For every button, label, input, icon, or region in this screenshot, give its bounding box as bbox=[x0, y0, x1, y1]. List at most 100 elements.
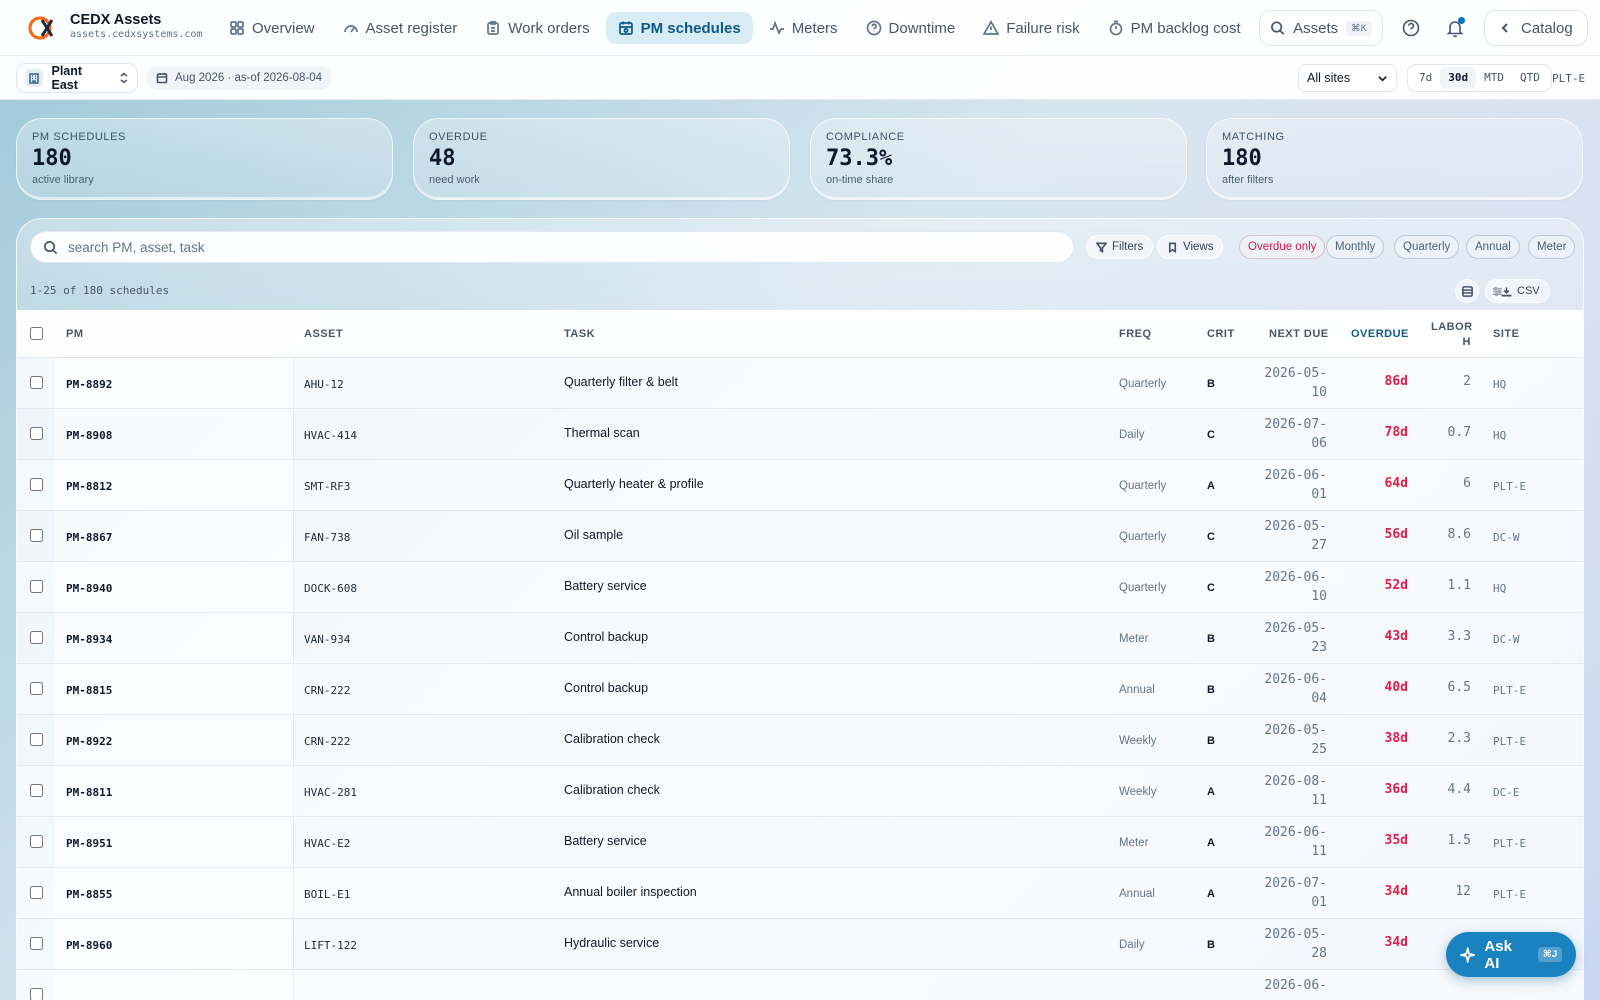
nav-pm-schedules[interactable]: PM schedules bbox=[605, 12, 753, 44]
table-header: PM ASSET TASK FREQ CRIT NEXT DUE OVERDUE… bbox=[17, 310, 1583, 358]
table-row[interactable]: PM-8855 BOIL-E1 Annual boiler inspection… bbox=[17, 868, 1583, 919]
calendar-icon bbox=[618, 21, 633, 35]
cell-asset[interactable]: CRN-222 bbox=[304, 735, 350, 748]
plant-selector[interactable]: Plant East bbox=[16, 63, 138, 93]
table-row[interactable]: PM-8960 LIFT-122 Hydraulic service Daily… bbox=[17, 919, 1583, 970]
table-row[interactable]: PM-8940 DOCK-608 Battery service Quarter… bbox=[17, 562, 1583, 613]
row-checkbox[interactable] bbox=[30, 886, 43, 899]
calendar-icon bbox=[156, 73, 168, 84]
cell-asset[interactable]: CRN-222 bbox=[304, 684, 350, 697]
cell-pm[interactable]: PM-8908 bbox=[66, 429, 112, 442]
chip-overdue-only[interactable]: Overdue only bbox=[1239, 235, 1326, 259]
header-site[interactable]: SITE bbox=[1493, 328, 1519, 340]
csv-export-button[interactable]: CSV bbox=[1491, 279, 1550, 303]
cell-asset[interactable]: HVAC-414 bbox=[304, 429, 357, 442]
table-row[interactable]: PM-8908 HVAC-414 Thermal scan Daily C 20… bbox=[17, 409, 1583, 460]
table-row[interactable]: PM-8811 HVAC-281 Calibration check Weekl… bbox=[17, 766, 1583, 817]
header-crit[interactable]: CRIT bbox=[1207, 328, 1235, 340]
views-button[interactable]: Views bbox=[1157, 235, 1224, 259]
cell-freq: Quarterly bbox=[1119, 378, 1167, 390]
row-checkbox[interactable] bbox=[30, 835, 43, 848]
help-icon[interactable] bbox=[1401, 18, 1421, 38]
cell-pm[interactable]: PM-8960 bbox=[66, 939, 112, 952]
nav-meters[interactable]: Meters bbox=[757, 12, 850, 44]
nav-work-orders[interactable]: Work orders bbox=[473, 12, 601, 44]
cell-pm[interactable]: PM-8934 bbox=[66, 633, 112, 646]
pm-search-input[interactable]: search PM, asset, task bbox=[30, 231, 1074, 263]
row-checkbox[interactable] bbox=[30, 631, 43, 644]
ask-ai-button[interactable]: Ask AI ⌘J bbox=[1446, 932, 1576, 977]
cell-asset[interactable]: SMT-RF3 bbox=[304, 480, 350, 493]
cell-pm[interactable]: PM-8812 bbox=[66, 480, 112, 493]
row-checkbox[interactable] bbox=[30, 733, 43, 746]
chip-quarterly[interactable]: Quarterly bbox=[1394, 235, 1460, 259]
cell-pm[interactable]: PM-8815 bbox=[66, 684, 112, 697]
header-freq[interactable]: FREQ bbox=[1119, 328, 1152, 340]
sites-select[interactable]: All sites bbox=[1298, 64, 1397, 92]
chip-annual[interactable]: Annual bbox=[1466, 235, 1520, 259]
density-button[interactable] bbox=[1455, 279, 1479, 303]
cell-asset[interactable]: BOIL-E1 bbox=[304, 888, 350, 901]
chip-monthly[interactable]: Monthly bbox=[1326, 235, 1385, 259]
cell-asset[interactable]: HVAC-281 bbox=[304, 786, 357, 799]
brand[interactable]: CEDX Assets assets.cedxsystems.com bbox=[70, 12, 202, 42]
row-checkbox[interactable] bbox=[30, 988, 43, 1000]
cell-asset[interactable]: LIFT-122 bbox=[304, 939, 357, 952]
table-row[interactable]: PM-8951 HVAC-E2 Battery service Meter A … bbox=[17, 817, 1583, 868]
assets-search-button[interactable]: Assets ⌘K bbox=[1259, 10, 1383, 46]
range-qtd[interactable]: QTD bbox=[1512, 67, 1548, 89]
cell-asset[interactable]: FAN-738 bbox=[304, 531, 350, 544]
row-checkbox[interactable] bbox=[30, 784, 43, 797]
cell-asset[interactable]: DOCK-608 bbox=[304, 582, 357, 595]
cell-pm[interactable]: PM-8951 bbox=[66, 837, 112, 850]
cedx-logo[interactable] bbox=[28, 14, 56, 42]
header-task[interactable]: TASK bbox=[564, 328, 595, 340]
range-7d[interactable]: 7d bbox=[1411, 67, 1440, 89]
cell-pm[interactable]: PM-8855 bbox=[66, 888, 112, 901]
row-checkbox[interactable] bbox=[30, 427, 43, 440]
table-row[interactable]: 2026-06- bbox=[17, 970, 1583, 1000]
cell-pm[interactable]: PM-8811 bbox=[66, 786, 112, 799]
table-row[interactable]: PM-8867 FAN-738 Oil sample Quarterly C 2… bbox=[17, 511, 1583, 562]
nav-overview[interactable]: Overview bbox=[217, 12, 327, 44]
header-overdue[interactable]: OVERDUE bbox=[1351, 328, 1409, 340]
cell-pm[interactable]: PM-8922 bbox=[66, 735, 112, 748]
chip-meter[interactable]: Meter bbox=[1528, 235, 1576, 259]
nav-downtime[interactable]: Downtime bbox=[854, 12, 968, 44]
row-checkbox[interactable] bbox=[30, 580, 43, 593]
header-next-due[interactable]: NEXT DUE bbox=[1269, 328, 1329, 340]
nav-failure-risk[interactable]: Failure risk bbox=[971, 12, 1091, 44]
cell-asset[interactable]: HVAC-E2 bbox=[304, 837, 350, 850]
table-row[interactable]: PM-8922 CRN-222 Calibration check Weekly… bbox=[17, 715, 1583, 766]
search-placeholder: search PM, asset, task bbox=[68, 239, 205, 255]
cell-crit: A bbox=[1207, 837, 1215, 849]
cell-asset[interactable]: AHU-12 bbox=[304, 378, 344, 391]
row-checkbox[interactable] bbox=[30, 478, 43, 491]
header-pm[interactable]: PM bbox=[66, 328, 84, 340]
header-asset[interactable]: ASSET bbox=[304, 328, 343, 340]
table-row[interactable]: PM-8892 AHU-12 Quarterly filter & belt Q… bbox=[17, 358, 1583, 409]
table-row[interactable]: PM-8934 VAN-934 Control backup Meter B 2… bbox=[17, 613, 1583, 664]
date-range-chip[interactable]: Aug 2026 · as-of 2026-08-04 bbox=[146, 66, 333, 90]
table-row[interactable]: PM-8812 SMT-RF3 Quarterly heater & profi… bbox=[17, 460, 1583, 511]
row-checkbox[interactable] bbox=[30, 682, 43, 695]
cell-asset[interactable]: VAN-934 bbox=[304, 633, 350, 646]
row-checkbox[interactable] bbox=[30, 529, 43, 542]
range-30d[interactable]: 30d bbox=[1440, 67, 1477, 89]
cell-pm[interactable]: PM-8867 bbox=[66, 531, 112, 544]
select-all-checkbox[interactable] bbox=[30, 327, 43, 340]
row-checkbox[interactable] bbox=[30, 376, 43, 389]
catalog-button[interactable]: Catalog bbox=[1484, 10, 1588, 46]
cell-task: Quarterly filter & belt bbox=[564, 375, 678, 389]
nav-asset-register[interactable]: Asset register bbox=[331, 12, 470, 44]
nav-pm-backlog-cost[interactable]: PM backlog cost bbox=[1096, 12, 1253, 44]
table-row[interactable]: PM-8815 CRN-222 Control backup Annual B … bbox=[17, 664, 1583, 715]
header-labor-hours[interactable]: LABOR H bbox=[1431, 320, 1472, 350]
cell-pm[interactable]: PM-8940 bbox=[66, 582, 112, 595]
filters-button[interactable]: Filters bbox=[1086, 235, 1154, 259]
range-mtd[interactable]: MTD bbox=[1476, 67, 1512, 89]
cell-crit: B bbox=[1207, 378, 1215, 390]
row-checkbox[interactable] bbox=[30, 937, 43, 950]
cell-pm[interactable]: PM-8892 bbox=[66, 378, 112, 391]
activity-icon bbox=[769, 20, 784, 36]
